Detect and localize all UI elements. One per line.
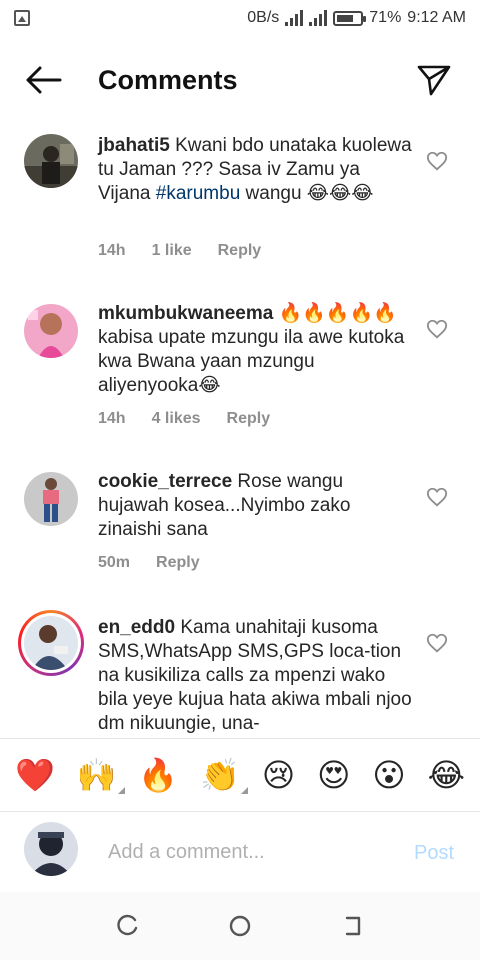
recent-apps-icon	[117, 914, 137, 936]
comment-text: jbahati5 Kwani bdo unataka kuolewa tu Ja…	[98, 134, 414, 206]
gallery-icon	[14, 10, 30, 26]
paper-plane-icon	[417, 65, 451, 96]
reply-button[interactable]: Reply	[218, 242, 262, 260]
emoji-heart[interactable]: ❤️	[15, 756, 55, 794]
quick-emoji-bar: ❤️ 🙌 🔥 👏 😢 😍 😮 😂	[0, 738, 480, 812]
comment-username[interactable]: jbahati5	[98, 135, 170, 156]
comment-meta: 50m Reply	[98, 554, 226, 572]
comment-text: en_edd0 Kama unahitaji kusoma SMS,WhatsA…	[98, 616, 414, 736]
comment-time: 14h	[98, 410, 126, 427]
emoji-surprised[interactable]: 😮	[372, 756, 405, 794]
heart-icon[interactable]	[426, 486, 448, 508]
post-button[interactable]: Post	[414, 842, 454, 865]
signal-icon	[285, 10, 304, 26]
my-avatar	[24, 822, 78, 876]
comments-list[interactable]: jbahati5 Kwani bdo unataka kuolewa tu Ja…	[0, 122, 480, 736]
comment-input[interactable]	[108, 836, 398, 868]
comment-item: jbahati5 Kwani bdo unataka kuolewa tu Ja…	[0, 122, 480, 282]
heart-icon[interactable]	[426, 632, 448, 654]
comment-likes[interactable]: 1 like	[152, 242, 192, 260]
clock: 9:12 AM	[407, 9, 466, 26]
home-icon	[229, 915, 251, 937]
signal-icon-2	[309, 10, 328, 26]
comment-item: cookie_terrece Rose wangu hujawah kosea.…	[0, 458, 480, 594]
avatar[interactable]	[24, 472, 78, 526]
system-nav-bar	[0, 892, 480, 960]
comment-item: en_edd0 Kama unahitaji kusoma SMS,WhatsA…	[0, 604, 480, 736]
avatar[interactable]	[24, 616, 78, 670]
share-button[interactable]	[404, 50, 464, 110]
reply-button[interactable]: Reply	[156, 554, 200, 572]
comment-item: mkumbukwaneema 🔥🔥🔥🔥🔥kabisa upate mzungu …	[0, 290, 480, 450]
comment-time: 14h	[98, 242, 126, 259]
comment-text: mkumbukwaneema 🔥🔥🔥🔥🔥kabisa upate mzungu …	[98, 302, 414, 398]
battery-percent: 71%	[369, 9, 402, 26]
home-button[interactable]	[220, 906, 260, 946]
heart-icon[interactable]	[426, 318, 448, 340]
back-system-icon	[346, 916, 361, 936]
back-button[interactable]	[14, 50, 74, 110]
avatar[interactable]	[24, 134, 78, 188]
emoji-laughing[interactable]: 😂	[428, 756, 465, 794]
emoji-heart-eyes[interactable]: 😍	[317, 756, 350, 794]
comment-username[interactable]: cookie_terrece	[98, 471, 232, 492]
avatar[interactable]	[24, 304, 78, 358]
comment-hashtag[interactable]: #karumbu	[156, 183, 241, 204]
emoji-clapping[interactable]: 👏	[200, 756, 248, 794]
skin-tone-indicator	[240, 787, 248, 794]
emoji-fire[interactable]: 🔥	[138, 756, 178, 794]
comment-text: cookie_terrece Rose wangu hujawah kosea.…	[98, 470, 414, 542]
comment-username[interactable]: en_edd0	[98, 617, 175, 638]
comment-time: 50m	[98, 554, 131, 571]
heart-icon[interactable]	[426, 150, 448, 172]
emoji-glyph: 👏	[200, 756, 240, 794]
emoji-crying[interactable]: 😢	[262, 756, 295, 794]
status-bar: 0B/s 71% 9:12 AM	[0, 0, 480, 36]
battery-icon	[333, 10, 367, 26]
emoji-raising-hands[interactable]: 🙌	[76, 756, 125, 794]
reply-button[interactable]: Reply	[227, 410, 271, 428]
header: Comments	[0, 44, 480, 116]
comment-likes[interactable]: 4 likes	[152, 410, 201, 428]
comment-composer: Post	[0, 814, 480, 890]
emoji-glyph: 🙌	[76, 756, 117, 794]
recent-apps-button[interactable]	[107, 906, 147, 946]
comment-meta: 14h 4 likes Reply	[98, 410, 296, 428]
comment-meta: 14h 1 like Reply	[98, 242, 287, 260]
comment-content-end: wangu 😂😂😂	[240, 183, 374, 204]
arrow-left-icon	[26, 66, 62, 94]
page-title: Comments	[98, 64, 238, 95]
network-speed: 0B/s	[247, 9, 280, 26]
back-system-button[interactable]	[333, 906, 373, 946]
skin-tone-indicator	[117, 787, 125, 794]
comment-username[interactable]: mkumbukwaneema	[98, 303, 273, 324]
